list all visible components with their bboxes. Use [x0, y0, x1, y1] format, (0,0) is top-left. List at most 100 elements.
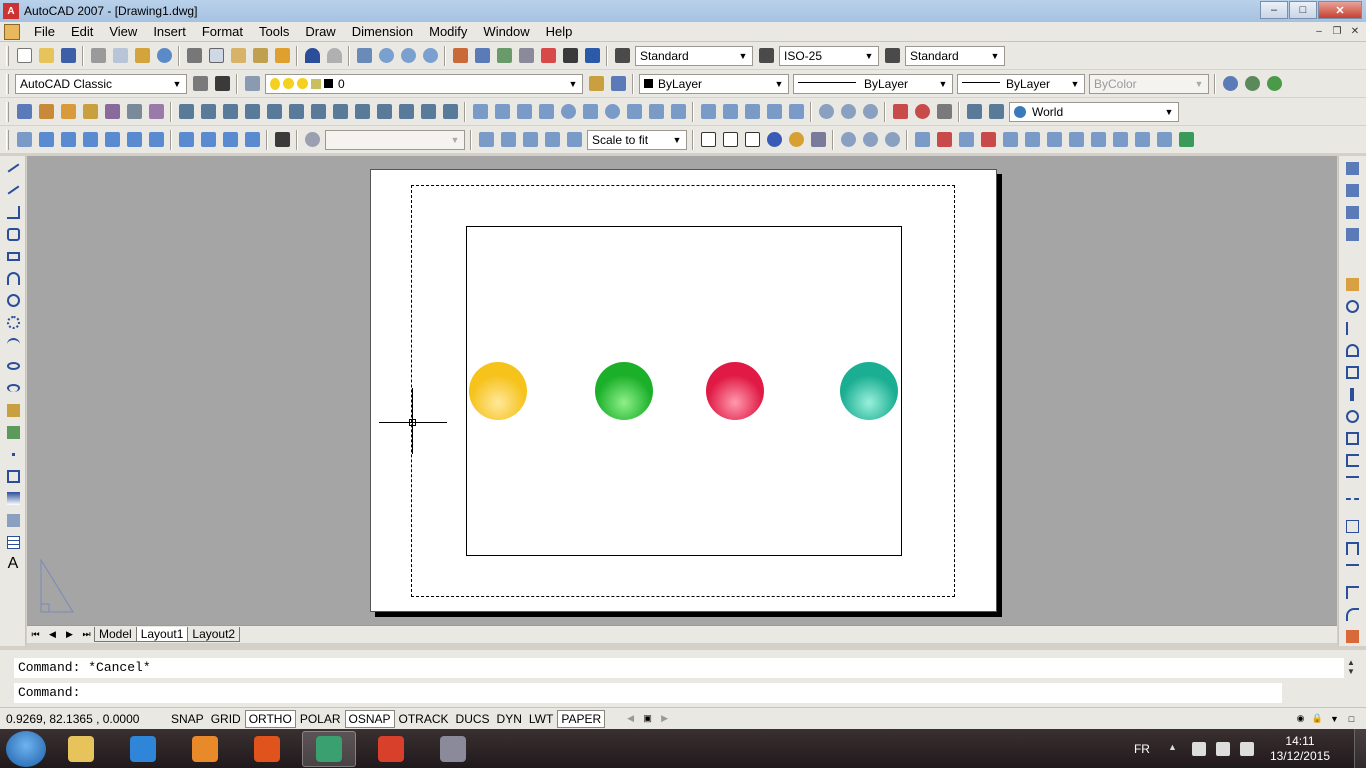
sw-iso-icon[interactable] [175, 129, 197, 151]
new-icon[interactable] [13, 45, 35, 67]
table-style-icon[interactable] [881, 45, 903, 67]
3d-dwf-icon[interactable] [153, 45, 175, 67]
volume-icon[interactable] [1239, 741, 1254, 756]
calculator-icon[interactable] [559, 45, 581, 67]
green-sphere[interactable] [595, 362, 653, 420]
scale-icon[interactable] [1342, 428, 1362, 448]
start-button[interactable] [6, 730, 46, 767]
separate-icon[interactable] [1131, 129, 1153, 151]
polar-toggle[interactable]: POLAR [297, 711, 344, 727]
grid-toggle[interactable]: GRID [208, 711, 244, 727]
rotate-icon[interactable] [1342, 406, 1362, 426]
clip-viewport-icon[interactable] [563, 129, 585, 151]
tab-model[interactable]: Model [94, 627, 137, 642]
top-view-icon[interactable] [35, 129, 57, 151]
dim-style-icon[interactable] [755, 45, 777, 67]
join-icon[interactable] [1342, 560, 1362, 580]
point-icon[interactable] [3, 444, 23, 464]
circle-icon[interactable] [3, 290, 23, 310]
stretch-icon[interactable] [1342, 450, 1362, 470]
ucs-world-icon[interactable] [219, 101, 241, 123]
menu-dimension[interactable]: Dimension [344, 24, 421, 39]
clean-icon[interactable] [1109, 129, 1131, 151]
dyn-toggle[interactable]: DYN [494, 711, 525, 727]
gradient-icon[interactable] [3, 488, 23, 508]
imprint-icon[interactable] [1087, 129, 1109, 151]
clock[interactable]: 14:11 13/12/2015 [1270, 734, 1330, 764]
ucs-object-icon[interactable] [241, 101, 263, 123]
menu-edit[interactable]: Edit [63, 24, 101, 39]
zoom-realtime-icon[interactable] [375, 45, 397, 67]
cylinder-icon[interactable] [579, 101, 601, 123]
make-block-icon[interactable] [3, 422, 23, 442]
prev-tab-icon[interactable]: ◀ [44, 628, 61, 642]
construction-line-icon[interactable] [3, 180, 23, 200]
table-style-select[interactable]: Standard ▼ [905, 45, 1005, 66]
command-scrollbar[interactable]: ▲ ▼ [1344, 658, 1358, 678]
coordinates-readout[interactable]: 0.9269, 82.1365 , 0.0000 [0, 712, 168, 726]
ordinate-dim-icon[interactable] [101, 101, 123, 123]
extend-icon[interactable] [1342, 494, 1362, 514]
layers-back-icon[interactable] [1342, 224, 1362, 244]
ucs-face-icon[interactable] [263, 101, 285, 123]
rotate-faces-icon[interactable] [999, 129, 1021, 151]
layout-viewport[interactable] [466, 226, 902, 556]
ucs-x-icon[interactable] [373, 101, 395, 123]
aligned-dim-icon[interactable] [57, 101, 79, 123]
hatch-icon[interactable] [3, 466, 23, 486]
signal-icon[interactable] [1215, 741, 1230, 756]
menu-format[interactable]: Format [194, 24, 251, 39]
ucs-previous-icon[interactable] [197, 101, 219, 123]
menu-file[interactable]: File [26, 24, 63, 39]
linear-dim-icon[interactable] [35, 101, 57, 123]
block-editor-icon[interactable] [271, 45, 293, 67]
3d-wireframe-icon[interactable] [741, 129, 763, 151]
close-button[interactable]: ✕ [1318, 1, 1362, 19]
revolve-icon[interactable] [763, 101, 785, 123]
ucs-y-icon[interactable] [395, 101, 417, 123]
taskbar-media-player[interactable] [178, 731, 232, 767]
teal-sphere[interactable] [840, 362, 898, 420]
polysolid-icon[interactable] [469, 101, 491, 123]
mirror-icon[interactable] [1342, 318, 1362, 338]
check-icon[interactable] [1175, 129, 1197, 151]
box-icon[interactable] [491, 101, 513, 123]
shell-icon[interactable] [1153, 129, 1175, 151]
trim-icon[interactable] [1342, 472, 1362, 492]
break-at-point-icon[interactable] [1342, 516, 1362, 536]
minimize-button[interactable]: – [1260, 1, 1288, 19]
line-icon[interactable] [3, 158, 23, 178]
fillet-icon[interactable] [1342, 604, 1362, 624]
erase-icon[interactable] [1342, 274, 1362, 294]
intersect-icon[interactable] [859, 101, 881, 123]
subtract-icon[interactable] [837, 101, 859, 123]
3d-move-icon[interactable] [889, 101, 911, 123]
maximize-viewport-prev-icon[interactable]: ◀ [622, 712, 639, 726]
paste-icon[interactable] [227, 45, 249, 67]
realistic-style-icon[interactable] [763, 129, 785, 151]
visual-styles-manager-icon[interactable] [807, 129, 829, 151]
ucs-named-icon[interactable] [985, 101, 1007, 123]
toolbar-lock-icon[interactable]: 🔒 [1309, 712, 1326, 726]
menu-help[interactable]: Help [538, 24, 581, 39]
pan-icon[interactable] [353, 45, 375, 67]
wedge-icon[interactable] [513, 101, 535, 123]
ellipse-arc-icon[interactable] [3, 378, 23, 398]
ucs-z-icon[interactable] [417, 101, 439, 123]
doc-close-button[interactable]: ✕ [1346, 24, 1364, 39]
zoom-window-icon[interactable] [397, 45, 419, 67]
loft-icon[interactable] [785, 101, 807, 123]
chamfer-icon[interactable] [1342, 582, 1362, 602]
delete-faces-icon[interactable] [977, 129, 999, 151]
conceptual-style-icon[interactable] [785, 129, 807, 151]
ortho-toggle[interactable]: ORTHO [244, 709, 296, 728]
visual-style-icon[interactable] [301, 129, 323, 151]
revision-cloud-icon[interactable] [3, 312, 23, 332]
radius-dim-icon[interactable] [123, 101, 145, 123]
layers-stack-icon[interactable] [1342, 180, 1362, 200]
3d-rotate-icon[interactable] [911, 101, 933, 123]
right-view-icon[interactable] [101, 129, 123, 151]
clean-screen-icon[interactable]: □ [1343, 712, 1360, 726]
explode-icon[interactable] [1342, 626, 1362, 646]
maximize-viewport-next-icon[interactable]: ▶ [656, 712, 673, 726]
